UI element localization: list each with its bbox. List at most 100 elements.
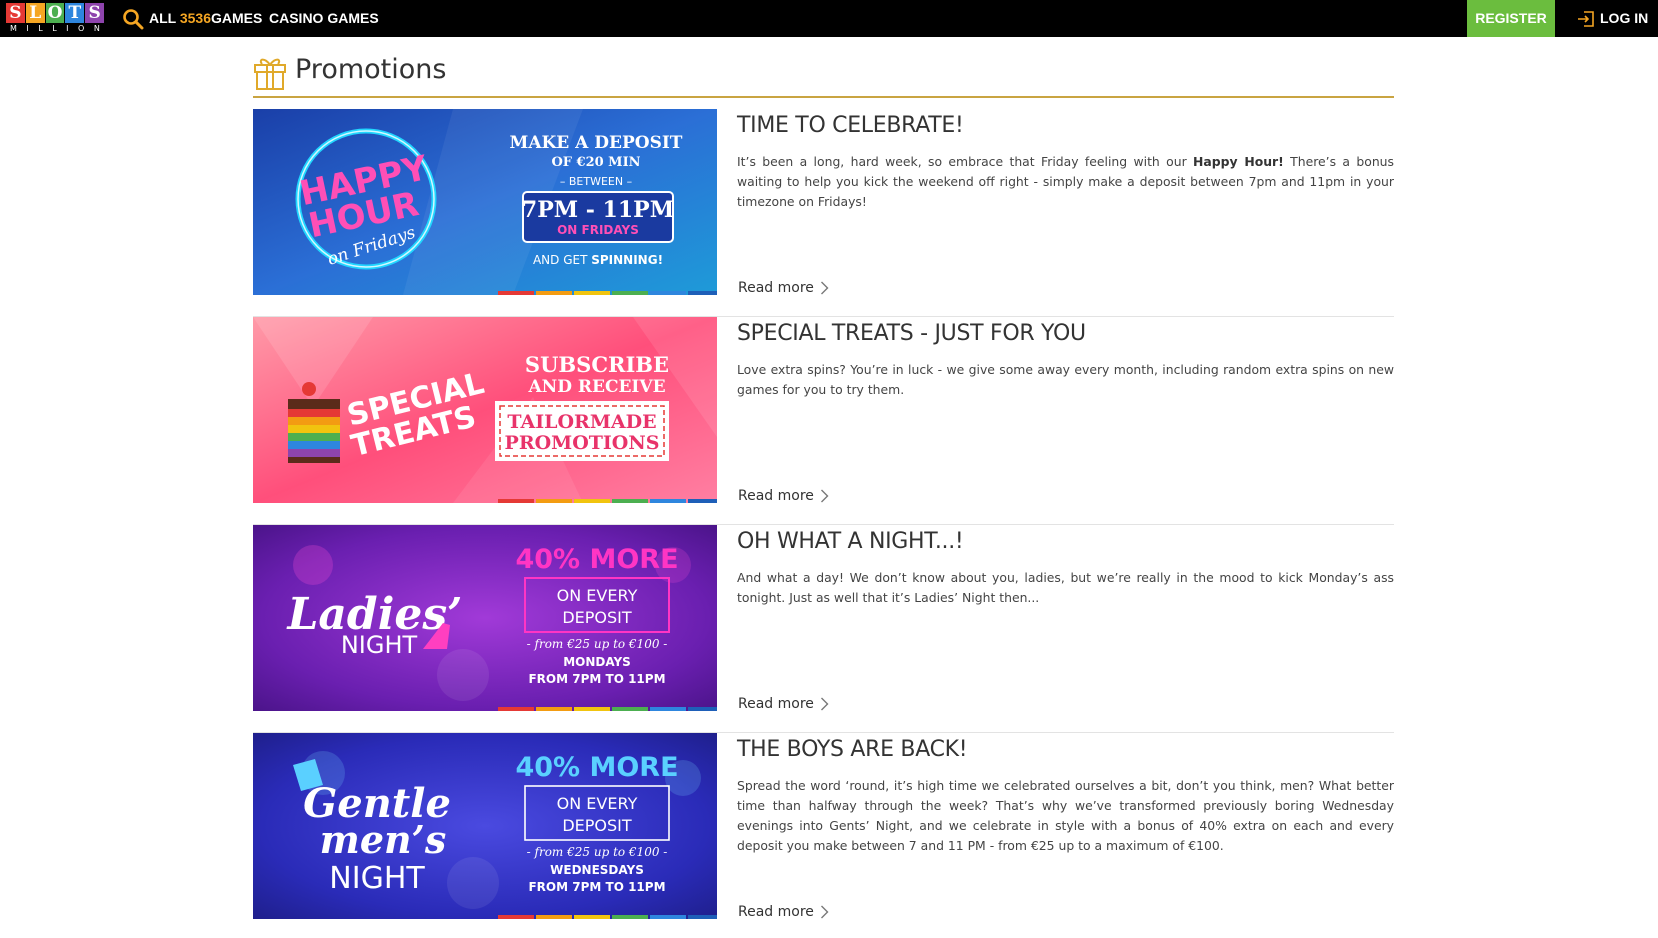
description-text: Spread the word ‘round, it’s high time w… bbox=[737, 778, 1394, 853]
banner-text: 40% MORE bbox=[515, 752, 678, 783]
banner-graphic: SPECIAL TREATS SUBSCRIBE AND RECEIVE TAI… bbox=[253, 317, 717, 503]
chevron-right-icon bbox=[820, 489, 829, 503]
logo-letter: S bbox=[85, 3, 104, 23]
read-more-link[interactable]: Read more bbox=[738, 696, 829, 712]
banner-graphic: HAPPY HOUR on Fridays MAKE A DEPOSIT OF … bbox=[253, 109, 717, 295]
banner-text: FROM 7PM TO 11PM bbox=[528, 672, 665, 686]
login-icon bbox=[1578, 10, 1594, 27]
banner-text: SUBSCRIBE bbox=[525, 352, 669, 377]
promotions-heading: Promotions bbox=[253, 52, 1394, 98]
banner-text: NIGHT bbox=[341, 631, 418, 659]
banner-text: SPINNING! bbox=[591, 253, 663, 267]
description-text: Love extra spins? You’re in luck - we gi… bbox=[737, 362, 1394, 397]
description-text: And what a day! We don’t know about you,… bbox=[737, 570, 1394, 605]
color-stripes bbox=[498, 707, 717, 711]
color-stripes bbox=[498, 291, 717, 295]
promotion-item: Ladies’ NIGHT 40% MORE ON EVERY DEPOSIT … bbox=[253, 525, 1394, 733]
banner-text: DEPOSIT bbox=[562, 608, 632, 627]
chevron-right-icon bbox=[820, 905, 829, 919]
all-games-link[interactable]: ALL 3536GAMES bbox=[149, 10, 262, 26]
banner-text: – BETWEEN – bbox=[560, 175, 632, 188]
ladies-night-banner[interactable]: Ladies’ NIGHT 40% MORE ON EVERY DEPOSIT … bbox=[253, 525, 717, 711]
color-stripe bbox=[612, 915, 648, 919]
promotion-description: Spread the word ‘round, it’s high time w… bbox=[737, 776, 1394, 856]
promotion-title: THE BOYS ARE BACK! bbox=[737, 737, 968, 762]
color-stripe bbox=[574, 291, 610, 295]
color-stripe bbox=[688, 291, 717, 295]
description-text: It’s been a long, hard week, so embrace … bbox=[737, 154, 1194, 169]
promotion-item: Gentle men’s NIGHT 40% MORE ON EVERY DEP… bbox=[253, 733, 1394, 938]
banner-text: - from €25 up to €100 - bbox=[527, 637, 668, 651]
color-stripe bbox=[650, 707, 686, 711]
color-stripe bbox=[536, 291, 572, 295]
casino-games-link[interactable]: CASINO GAMES bbox=[269, 10, 379, 26]
color-stripe bbox=[498, 499, 534, 503]
banner-graphic: Gentle men’s NIGHT 40% MORE ON EVERY DEP… bbox=[253, 733, 717, 919]
banner-text: FROM 7PM TO 11PM bbox=[528, 880, 665, 894]
banner-text: 40% MORE bbox=[515, 544, 678, 575]
banner-text: OF €20 MIN bbox=[551, 155, 640, 170]
promotion-item: SPECIAL TREATS SUBSCRIBE AND RECEIVE TAI… bbox=[253, 317, 1394, 525]
read-more-link[interactable]: Read more bbox=[738, 904, 829, 920]
banner-text: MAKE A DEPOSIT bbox=[510, 133, 683, 153]
happy-hour-banner[interactable]: HAPPY HOUR on Fridays MAKE A DEPOSIT OF … bbox=[253, 109, 717, 295]
read-more-label: Read more bbox=[738, 904, 814, 920]
banner-text: MONDAYS bbox=[563, 655, 631, 669]
banner-text: NIGHT bbox=[329, 861, 425, 896]
games-count: 3536 bbox=[179, 10, 212, 26]
banner-text: TAILORMADE bbox=[507, 411, 656, 433]
promotion-description: Love extra spins? You’re in luck - we gi… bbox=[737, 360, 1394, 400]
color-stripe bbox=[650, 499, 686, 503]
color-stripe bbox=[612, 291, 648, 295]
color-stripe bbox=[536, 707, 572, 711]
logo-letters: S L O T S bbox=[6, 3, 104, 23]
banner-text: DEPOSIT bbox=[562, 816, 632, 835]
banner-graphic: Ladies’ NIGHT 40% MORE ON EVERY DEPOSIT … bbox=[253, 525, 717, 711]
banner-text: ON FRIDAYS bbox=[557, 223, 639, 237]
promotion-item: HAPPY HOUR on Fridays MAKE A DEPOSIT OF … bbox=[253, 109, 1394, 317]
banner-text: WEDNESDAYS bbox=[550, 863, 644, 877]
special-treats-banner[interactable]: SPECIAL TREATS SUBSCRIBE AND RECEIVE TAI… bbox=[253, 317, 717, 503]
color-stripe bbox=[498, 707, 534, 711]
login-button[interactable]: LOG IN bbox=[1577, 0, 1648, 37]
read-more-link[interactable]: Read more bbox=[738, 488, 829, 504]
color-stripe bbox=[498, 291, 534, 295]
gentlemens-night-banner[interactable]: Gentle men’s NIGHT 40% MORE ON EVERY DEP… bbox=[253, 733, 717, 919]
chevron-right-icon bbox=[820, 697, 829, 711]
logo-letter: L bbox=[25, 3, 45, 23]
color-stripes bbox=[498, 499, 717, 503]
register-button[interactable]: REGISTER bbox=[1467, 0, 1555, 37]
banner-text: AND RECEIVE bbox=[527, 377, 665, 397]
read-more-label: Read more bbox=[738, 280, 814, 296]
color-stripe bbox=[498, 915, 534, 919]
promotion-description: It’s been a long, hard week, so embrace … bbox=[737, 152, 1394, 212]
color-stripe bbox=[574, 915, 610, 919]
description-bold: Happy Hour! bbox=[1193, 154, 1284, 169]
color-stripe bbox=[612, 499, 648, 503]
top-navigation-bar: S L O T S MILLION ALL 3536GAMES CASINO G… bbox=[0, 0, 1658, 37]
page-title: Promotions bbox=[295, 54, 447, 85]
color-stripe bbox=[536, 915, 572, 919]
banner-text: 7PM - 11PM bbox=[522, 197, 674, 223]
promotion-title: TIME TO CELEBRATE! bbox=[737, 113, 964, 138]
banner-text: PROMOTIONS bbox=[505, 432, 660, 454]
color-stripe bbox=[612, 707, 648, 711]
banner-text: men’s bbox=[320, 817, 447, 862]
promotion-title: SPECIAL TREATS - JUST FOR YOU bbox=[737, 321, 1086, 346]
color-stripe bbox=[688, 499, 717, 503]
color-stripe bbox=[574, 499, 610, 503]
color-stripe bbox=[574, 707, 610, 711]
color-stripe bbox=[688, 915, 717, 919]
search-icon[interactable] bbox=[122, 8, 144, 30]
banner-text: - from €25 up to €100 - bbox=[527, 845, 668, 859]
logo-subtitle: MILLION bbox=[10, 24, 110, 33]
logo-letter: S bbox=[6, 3, 25, 23]
read-more-link[interactable]: Read more bbox=[738, 280, 829, 296]
color-stripe bbox=[650, 915, 686, 919]
logo-letter: T bbox=[65, 3, 85, 23]
color-stripe bbox=[650, 291, 686, 295]
all-games-suffix: GAMES bbox=[211, 10, 263, 26]
slots-million-logo[interactable]: S L O T S MILLION bbox=[6, 3, 104, 35]
logo-letter: O bbox=[45, 3, 65, 23]
promotion-title: OH WHAT A NIGHT...! bbox=[737, 529, 964, 554]
